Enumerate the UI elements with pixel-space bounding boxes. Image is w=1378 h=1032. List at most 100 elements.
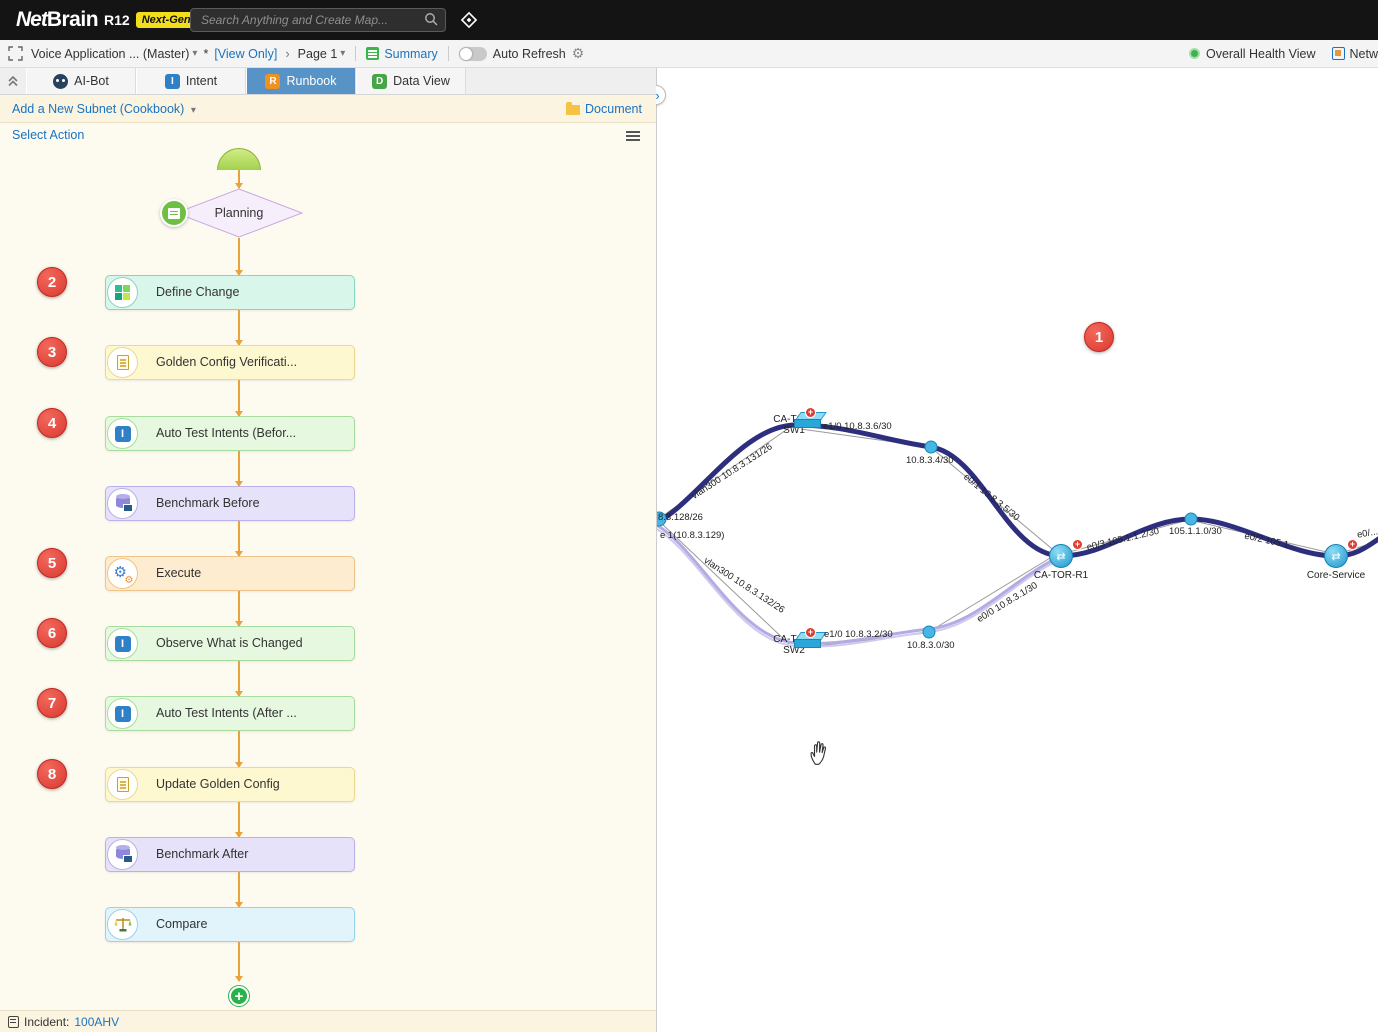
device-ca-tor-r1[interactable]: + ⇄ CA-TOR-R1 [1031, 544, 1091, 581]
menu-icon[interactable] [626, 131, 640, 141]
tab-label: Data View [393, 74, 450, 88]
link-label: 10.8.3.4/30 [906, 455, 954, 466]
flow-start-node[interactable] [217, 148, 261, 170]
step-badge-8: 8 [37, 759, 67, 789]
flow-connector [238, 238, 240, 275]
flow-node-define-change[interactable]: Define Change [105, 275, 355, 310]
link-label: e 1(10.8.3.129) [660, 530, 724, 541]
flow-node-planning[interactable]: Planning [174, 188, 304, 238]
search-input[interactable] [190, 8, 446, 32]
fit-screen-icon[interactable] [8, 46, 23, 61]
runbook-icon: R [265, 74, 280, 89]
incident-icon [8, 1016, 19, 1028]
overall-health-label: Overall Health View [1206, 47, 1316, 61]
flow-connector [238, 170, 240, 188]
incident-label: Incident: [24, 1015, 69, 1029]
execute-gears-icon: ⚙⚙ [107, 558, 138, 589]
flow-connector [238, 942, 240, 981]
device-core-service[interactable]: + ⇄ Core-Service [1306, 544, 1366, 581]
router-arrows-glyph: ⇄ [1056, 550, 1065, 563]
add-step-button[interactable]: + [229, 986, 249, 1006]
top-bar: Net Brain R12 Next-Gen [0, 0, 1378, 40]
auto-refresh-toggle[interactable]: Auto Refresh ⚙ [459, 45, 585, 62]
node-label: Define Change [156, 276, 239, 309]
netbrain-logo: Net Brain R12 Next-Gen [16, 8, 197, 32]
map-toolbar: Voice Application ... (Master) ▾ * [View… [0, 40, 1378, 68]
flow-connector [238, 591, 240, 626]
flow-connector [238, 872, 240, 907]
link-label: 105.1.1.0/30 [1169, 526, 1222, 537]
network-menu[interactable]: Netw [1316, 47, 1378, 61]
runbook-header: Add a New Subnet (Cookbook) ▾ Document [0, 95, 656, 123]
flow-connector [238, 451, 240, 486]
intent-icon: I [165, 74, 180, 89]
flow-node-execute[interactable]: ⚙⚙ Execute [105, 556, 355, 591]
tab-intent[interactable]: I Intent [136, 68, 246, 94]
tab-data-view[interactable]: D Data View [356, 68, 466, 94]
topology-links [657, 95, 1378, 1032]
node-label: Golden Config Verificati... [156, 346, 297, 379]
incident-bar: Incident: 100AHV [0, 1010, 656, 1032]
page-label: Page 1 [298, 47, 338, 61]
node-label: Auto Test Intents (After ... [156, 697, 297, 730]
node-label: Benchmark After [156, 838, 248, 871]
toggle-switch[interactable] [459, 47, 487, 61]
planning-label: Planning [174, 188, 304, 238]
summary-button[interactable]: Summary [366, 47, 437, 61]
flow-node-benchmark-before[interactable]: Benchmark Before [105, 486, 355, 521]
logo-version: R12 [104, 12, 130, 28]
overall-health-view[interactable]: Overall Health View [1189, 47, 1316, 61]
flow-node-benchmark-after[interactable]: Benchmark After [105, 837, 355, 872]
flow-node-observe-what-is-changed[interactable]: I Observe What is Changed [105, 626, 355, 661]
device-label: Core-Service [1306, 570, 1366, 581]
flow-connector [238, 802, 240, 837]
device-ca-tor-sw2[interactable]: + CA-TOR-SW2 [764, 632, 824, 656]
select-action-link[interactable]: Select Action [12, 128, 84, 142]
router-arrows-glyph: ⇄ [1331, 550, 1340, 563]
tab-runbook[interactable]: R Runbook [246, 68, 356, 94]
step-badge-6: 6 [37, 618, 67, 648]
chevron-down-icon[interactable]: ▾ [191, 105, 196, 116]
view-only-label[interactable]: [View Only] [214, 47, 277, 61]
device-ca-tor-sw1[interactable]: + CA-TOR-SW1 [764, 412, 824, 436]
search-icon[interactable] [424, 12, 439, 32]
auto-refresh-label: Auto Refresh [493, 47, 566, 61]
tab-label: AI-Bot [74, 74, 109, 88]
ai-bot-icon [53, 74, 68, 89]
page-selector[interactable]: Page 1 ▾ [298, 47, 346, 61]
document-folder-icon [566, 105, 580, 115]
flow-node-golden-config-verification[interactable]: Golden Config Verificati... [105, 345, 355, 380]
node-label: Compare [156, 908, 207, 941]
network-map[interactable]: » + CA-TOR-SW1 + CA-TOR-SW [656, 68, 1378, 1032]
flow-node-auto-test-intents-before[interactable]: I Auto Test Intents (Befor... [105, 416, 355, 451]
data-view-icon: D [372, 74, 387, 89]
chevron-down-icon[interactable]: ▾ [340, 48, 345, 59]
cookbook-selector[interactable]: Add a New Subnet (Cookbook) ▾ [12, 102, 196, 116]
collapse-panel-icon[interactable] [0, 68, 26, 94]
benchmark-database-icon [107, 839, 138, 870]
document-button[interactable]: Document [566, 102, 642, 116]
summary-label: Summary [384, 47, 437, 61]
router-icon: ⇄ [1324, 544, 1348, 568]
node-label: Execute [156, 557, 201, 590]
create-map-icon[interactable] [459, 10, 479, 35]
tab-ai-bot[interactable]: AI-Bot [26, 68, 136, 94]
chevron-down-icon[interactable]: ▾ [192, 48, 197, 59]
step-badge-2: 2 [37, 267, 67, 297]
global-search[interactable] [190, 8, 446, 32]
gear-icon[interactable]: ⚙ [572, 45, 585, 62]
node-label: Update Golden Config [156, 768, 280, 801]
step-badge-7: 7 [37, 688, 67, 718]
intent-icon: I [107, 418, 138, 449]
node-label: Auto Test Intents (Befor... [156, 417, 296, 450]
incident-id-link[interactable]: 100AHV [74, 1015, 119, 1029]
map-title[interactable]: Voice Application ... (Master) ▾ [31, 47, 197, 61]
node-label: Observe What is Changed [156, 627, 303, 660]
flow-node-update-golden-config[interactable]: Update Golden Config [105, 767, 355, 802]
flow-node-auto-test-intents-after[interactable]: I Auto Test Intents (After ... [105, 696, 355, 731]
compare-scales-icon [107, 909, 138, 940]
flow-node-compare[interactable]: Compare [105, 907, 355, 942]
divider [448, 46, 449, 61]
flow-connector [238, 521, 240, 556]
device-alert-icon: + [805, 407, 816, 418]
